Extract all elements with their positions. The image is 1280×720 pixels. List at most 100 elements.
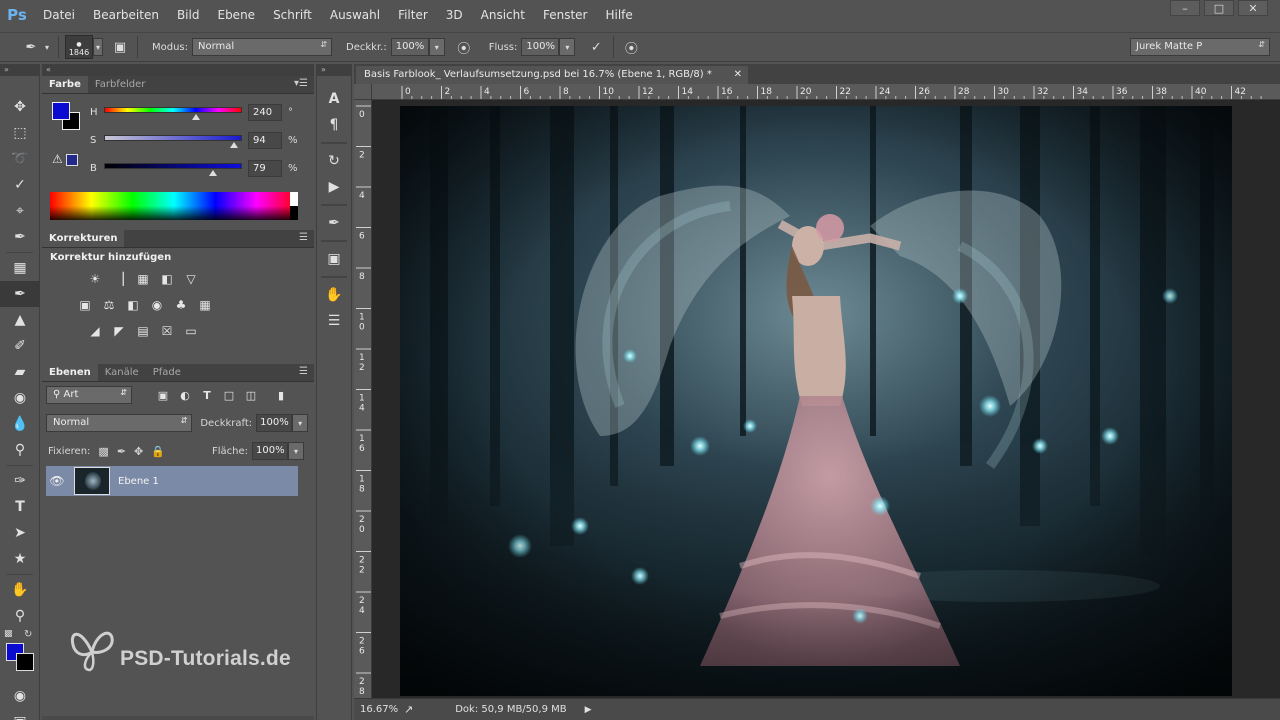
history-panel-icon[interactable]: ↻ [317, 148, 351, 174]
menu-item-bild[interactable]: Bild [168, 8, 209, 22]
character-panel-icon[interactable]: A [317, 86, 351, 112]
brush-panel-icon[interactable]: ▣ [109, 36, 131, 58]
hand-tool-icon[interactable]: ✋ [0, 577, 40, 603]
layer-opacity-input[interactable]: 100% [256, 414, 293, 432]
eyedropper-tool-icon[interactable]: ✒ [0, 224, 40, 250]
color-balance-icon[interactable]: ⚖ [100, 296, 118, 314]
brush-size-dropdown[interactable]: ▾ [93, 38, 103, 56]
opacity-dropdown[interactable]: ▾ [428, 38, 445, 56]
type-tool-icon[interactable]: T [0, 494, 40, 520]
paragraph-panel-icon[interactable]: ¶ [317, 112, 351, 138]
menu-item-ebene[interactable]: Ebene [208, 8, 264, 22]
move-tool-icon[interactable]: ✥ [0, 94, 40, 120]
menu-item-hilfe[interactable]: Hilfe [596, 8, 641, 22]
healing-brush-tool-icon[interactable]: ▦ [0, 255, 40, 281]
properties-panel-icon[interactable]: ☰ [317, 308, 351, 334]
eraser-tool-icon[interactable]: ▰ [0, 359, 40, 385]
status-menu-arrow-icon[interactable]: ▶ [585, 705, 592, 715]
swap-colors-icon[interactable]: ↻ [24, 629, 32, 640]
mode-select[interactable]: Normal ⇵ [192, 38, 333, 56]
airbrush-icon[interactable]: ✓ [585, 36, 607, 58]
crop-tool-icon[interactable]: ⌖ [0, 198, 40, 224]
quick-selection-tool-icon[interactable]: ✓ [0, 172, 40, 198]
export-icon[interactable]: ↗ [404, 703, 413, 716]
history-brush-tool-icon[interactable]: ✐ [0, 333, 40, 359]
panels-collapse-handle[interactable]: « [42, 64, 314, 76]
menu-item-datei[interactable]: Datei [34, 8, 84, 22]
layer-filter-select[interactable]: ⚲ Art ⇵ [46, 386, 132, 404]
tab-ebenen[interactable]: Ebenen [42, 364, 98, 381]
flow-dropdown[interactable]: ▾ [559, 38, 576, 56]
fill-dropdown[interactable]: ▾ [288, 442, 304, 460]
filter-adjustment-icon[interactable]: ◐ [174, 386, 196, 404]
lock-pixels-icon[interactable]: ✒ [117, 445, 126, 458]
filter-type-icon[interactable]: T [196, 386, 218, 404]
canvas-area[interactable] [372, 100, 1280, 698]
exposure-icon[interactable]: ◧ [158, 270, 176, 288]
saturation-slider[interactable] [104, 135, 242, 141]
lock-all-icon[interactable]: 🔒 [151, 445, 165, 458]
background-color-swatch[interactable] [16, 653, 34, 671]
path-selection-tool-icon[interactable]: ➤ [0, 520, 40, 546]
saturation-value[interactable]: 94 [248, 132, 282, 149]
posterize-icon[interactable]: ◤ [110, 322, 128, 340]
hue-slider-thumb[interactable] [192, 114, 201, 120]
menu-item-filter[interactable]: Filter [389, 8, 437, 22]
default-colors-icon[interactable]: ▩ [4, 629, 13, 639]
color-lookup-icon[interactable]: ▦ [196, 296, 214, 314]
minimize-button[interactable]: – [1170, 0, 1200, 16]
actions-panel-icon[interactable]: ▶ [317, 174, 351, 200]
marquee-tool-icon[interactable]: ⬚ [0, 120, 40, 146]
clone-stamp-tool-icon[interactable]: ▲ [0, 307, 40, 333]
blend-mode-select[interactable]: Normal ⇵ [46, 414, 193, 432]
brush-tool-icon[interactable]: ✒ [0, 281, 40, 307]
hue-saturation-icon[interactable]: ▣ [76, 296, 94, 314]
brush-panel-icon[interactable]: ✒ [317, 210, 351, 236]
ruler-origin[interactable] [354, 84, 372, 100]
workspace-select[interactable]: Jurek Matte P ⇵ [1130, 38, 1270, 56]
dodge-tool-icon[interactable]: ⚲ [0, 437, 40, 463]
brightness-slider-thumb[interactable] [209, 170, 218, 176]
tool-preset-dropdown[interactable]: ▾ [42, 38, 52, 56]
shape-tool-icon[interactable]: ★ [0, 546, 40, 572]
artwork-image[interactable] [400, 106, 1232, 696]
levels-icon[interactable]: ▕ [110, 270, 128, 288]
zoom-tool-icon[interactable]: ⚲ [0, 603, 40, 629]
menu-item-ansicht[interactable]: Ansicht [472, 8, 534, 22]
hue-value[interactable]: 240 [248, 104, 282, 121]
panel-menu-icon[interactable]: ☰ [299, 366, 308, 377]
panel-menu-icon[interactable]: ▾☰ [294, 78, 308, 89]
lock-position-icon[interactable]: ✥ [134, 445, 143, 458]
lock-transparency-icon[interactable]: ▩ [98, 445, 108, 458]
tab-pfade[interactable]: Pfade [146, 364, 188, 381]
black-white-icon[interactable]: ◧ [124, 296, 142, 314]
brightness-slider[interactable] [104, 163, 242, 169]
filter-pixel-icon[interactable]: ▣ [152, 386, 174, 404]
panel-menu-icon[interactable]: ☰ [299, 232, 308, 243]
screen-mode-icon[interactable]: ▣ [0, 709, 40, 720]
color-spectrum[interactable] [50, 192, 298, 220]
tool-presets-icon[interactable]: ✋ [317, 282, 351, 308]
brightness-value[interactable]: 79 [248, 160, 282, 177]
quick-mask-icon[interactable]: ◉ [0, 683, 40, 709]
document-tab[interactable]: Basis Farblook_ Verlaufsumsetzung.psd be… [356, 66, 748, 84]
channel-mixer-icon[interactable]: ♣ [172, 296, 190, 314]
close-document-icon[interactable]: ✕ [734, 69, 742, 80]
lasso-tool-icon[interactable]: ➰ [0, 146, 40, 172]
gamut-warning-swatch[interactable] [66, 154, 78, 166]
menu-item-schrift[interactable]: Schrift [264, 8, 321, 22]
color-panel-fg-swatch[interactable] [52, 102, 70, 120]
info-panel-icon[interactable]: ▣ [317, 246, 351, 272]
strip-collapse-handle[interactable]: » [317, 64, 351, 76]
pressure-size-icon[interactable]: ⦿ [620, 36, 642, 58]
flow-input[interactable]: 100% [521, 38, 560, 56]
hue-slider[interactable] [104, 107, 242, 113]
vibrance-icon[interactable]: ▽ [182, 270, 200, 288]
visibility-eye-icon[interactable]: 👁 [46, 474, 68, 488]
gradient-map-icon[interactable]: ▭ [182, 322, 200, 340]
opacity-input[interactable]: 100% [390, 38, 429, 56]
filter-toggle-icon[interactable]: ▮ [270, 386, 292, 404]
pen-tool-icon[interactable]: ✑ [0, 468, 40, 494]
filter-smart-object-icon[interactable]: ◫ [240, 386, 262, 404]
photo-filter-icon[interactable]: ◉ [148, 296, 166, 314]
